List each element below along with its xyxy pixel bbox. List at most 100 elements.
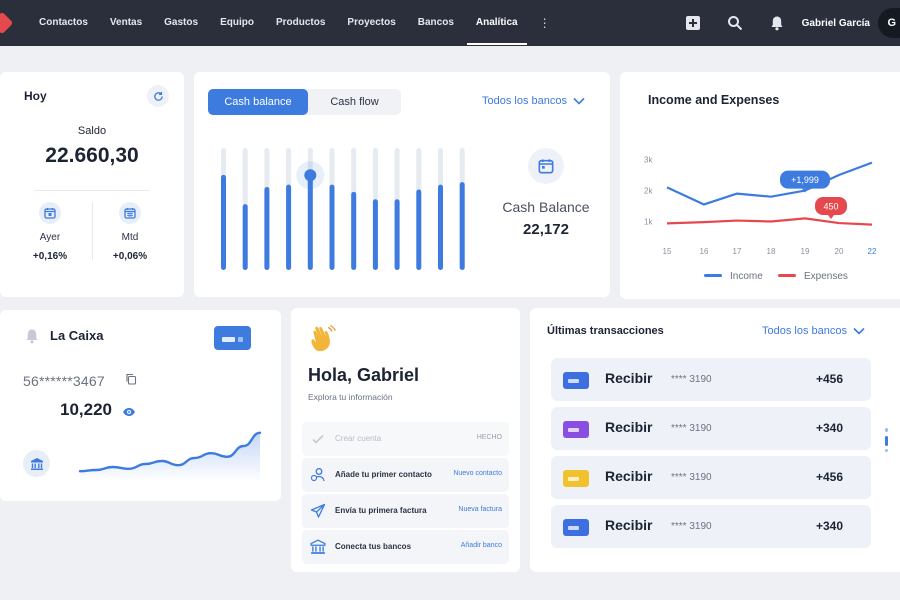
bank-account-card: La Caixa 56******3467 10,220 xyxy=(0,310,281,501)
transaction-row[interactable]: Recibir **** 3190 +456 xyxy=(551,358,871,401)
stat-value: +0,16% xyxy=(32,251,68,262)
banks-dropdown[interactable]: Todos los bancos xyxy=(482,95,585,107)
cash-bar xyxy=(221,174,226,270)
legend-swatch xyxy=(778,274,796,277)
tab-cash-balance[interactable]: Cash balance xyxy=(208,89,308,115)
task-create-account[interactable]: Crear cuenta HECHO xyxy=(302,422,509,456)
x-tick-label: 18 xyxy=(767,247,776,256)
transaction-row[interactable]: Recibir **** 3190 +340 xyxy=(551,505,871,548)
x-tick-label: 15 xyxy=(663,247,672,256)
transaction-account: **** 3190 xyxy=(671,472,712,483)
bell-icon[interactable] xyxy=(24,328,40,344)
task-label: Crear cuenta xyxy=(335,434,382,443)
task-action[interactable]: Añadir banco xyxy=(461,542,502,549)
account-balance: 10,220 xyxy=(60,400,112,419)
task-label: Añade tu primer contacto xyxy=(335,470,432,479)
task-action: HECHO xyxy=(476,434,502,441)
credit-card-icon xyxy=(563,372,589,389)
cash-bar xyxy=(264,187,270,270)
credit-card-icon xyxy=(563,519,589,536)
income-expenses-card: Income and Expenses 3k 2k 1k 15 16 17 18 19 20 22… xyxy=(620,72,900,299)
cash-bar xyxy=(286,184,292,270)
send-icon xyxy=(310,503,326,519)
annotation-label: +1,999 xyxy=(791,175,819,185)
income-expenses-chart: 3k 2k 1k 15 16 17 18 19 20 22 +1,999 450 Income Expen… xyxy=(644,156,877,283)
credit-card-icon xyxy=(563,421,589,438)
transaction-type: Recibir xyxy=(605,419,653,435)
task-action[interactable]: Nueva factura xyxy=(458,506,502,513)
stat-label: Mtd xyxy=(121,232,139,243)
banks-dropdown-label: Todos los bancos xyxy=(762,325,847,337)
avatar[interactable]: G xyxy=(878,8,900,38)
task-action[interactable]: Nuevo contacto xyxy=(453,470,502,477)
calendar-grid-icon xyxy=(119,202,141,224)
tab-cash-flow[interactable]: Cash flow xyxy=(308,89,401,115)
nav-item-proyectos[interactable]: Proyectos xyxy=(336,0,406,46)
task-label: Envía tu primera factura xyxy=(335,506,427,515)
divider xyxy=(34,190,150,191)
card-title: Hoy xyxy=(24,89,47,103)
transaction-type: Recibir xyxy=(605,517,653,533)
bank-icon xyxy=(23,450,50,477)
annotation-label: 450 xyxy=(823,202,838,212)
nav-item-analitica[interactable]: Analítica xyxy=(465,0,529,46)
transaction-row[interactable]: Recibir **** 3190 +456 xyxy=(551,456,871,499)
cash-bar xyxy=(459,182,465,270)
cash-bar xyxy=(329,184,335,270)
transaction-account: **** 3190 xyxy=(671,521,712,532)
chevron-down-icon xyxy=(573,97,585,105)
main-nav: Contactos Ventas Gastos Equipo Productos… xyxy=(28,0,561,46)
cash-balance-label: Cash Balance xyxy=(502,199,590,215)
x-tick-label: 20 xyxy=(835,247,844,256)
bank-icon xyxy=(310,539,326,555)
today-balance-card: Hoy Saldo 22.660,30 Ayer +0,16% Mtd +0,0… xyxy=(0,72,184,297)
add-icon[interactable] xyxy=(685,15,701,31)
top-actions: Gabriel García G xyxy=(672,0,900,46)
search-icon[interactable] xyxy=(727,15,743,31)
series-line-expenses xyxy=(666,217,873,226)
top-navigation-bar: Contactos Ventas Gastos Equipo Productos… xyxy=(0,0,900,46)
calendar-icon xyxy=(39,202,61,224)
copy-icon[interactable] xyxy=(125,372,137,385)
refresh-icon[interactable] xyxy=(147,85,169,107)
waving-hand-icon xyxy=(307,324,337,354)
scrollbar[interactable] xyxy=(885,428,888,452)
x-tick-label: 17 xyxy=(733,247,742,256)
cash-bar xyxy=(372,199,378,270)
brand-logo[interactable] xyxy=(0,11,14,35)
balance-sparkline xyxy=(78,431,262,482)
cash-bar xyxy=(438,184,443,270)
chart-title: Income and Expenses xyxy=(648,93,780,107)
transactions-title: Últimas transacciones xyxy=(547,325,664,337)
transaction-account: **** 3190 xyxy=(671,374,712,385)
nav-item-gastos[interactable]: Gastos xyxy=(153,0,209,46)
divider xyxy=(92,202,93,260)
task-send-invoice[interactable]: Envía tu primera factura Nueva factura xyxy=(302,494,509,528)
bell-icon[interactable] xyxy=(769,15,785,31)
y-tick-label: 1k xyxy=(644,218,653,227)
credit-card-icon[interactable] xyxy=(214,326,251,350)
legend-swatch xyxy=(704,274,722,277)
cash-bar xyxy=(351,191,357,270)
banks-dropdown[interactable]: Todos los bancos xyxy=(762,325,865,337)
welcome-card: Hola, Gabriel Explora tu información Cre… xyxy=(291,308,520,572)
transaction-amount: +340 xyxy=(815,519,843,533)
user-name[interactable]: Gabriel García xyxy=(802,18,870,29)
nav-item-equipo[interactable]: Equipo xyxy=(209,0,265,46)
nav-item-productos[interactable]: Productos xyxy=(265,0,336,46)
eye-icon[interactable] xyxy=(122,404,136,416)
bank-name: La Caixa xyxy=(50,328,104,343)
transaction-row[interactable]: Recibir **** 3190 +340 xyxy=(551,407,871,450)
cash-bar xyxy=(394,199,400,270)
cash-balance-card: Cash balance Cash flow Todos los bancos … xyxy=(194,72,610,297)
sparkline-area xyxy=(80,432,260,482)
nav-item-ventas[interactable]: Ventas xyxy=(99,0,153,46)
more-vertical-icon[interactable]: ⋮ xyxy=(529,16,561,30)
task-connect-banks[interactable]: Conecta tus bancos Añadir banco xyxy=(302,530,509,564)
nav-item-bancos[interactable]: Bancos xyxy=(407,0,465,46)
stat-mtd: Mtd +0,06% xyxy=(100,202,160,262)
nav-item-contactos[interactable]: Contactos xyxy=(28,0,99,46)
transaction-amount: +340 xyxy=(815,421,843,435)
x-tick-label: 22 xyxy=(868,247,877,256)
task-add-contact[interactable]: Añade tu primer contacto Nuevo contacto xyxy=(302,458,509,492)
